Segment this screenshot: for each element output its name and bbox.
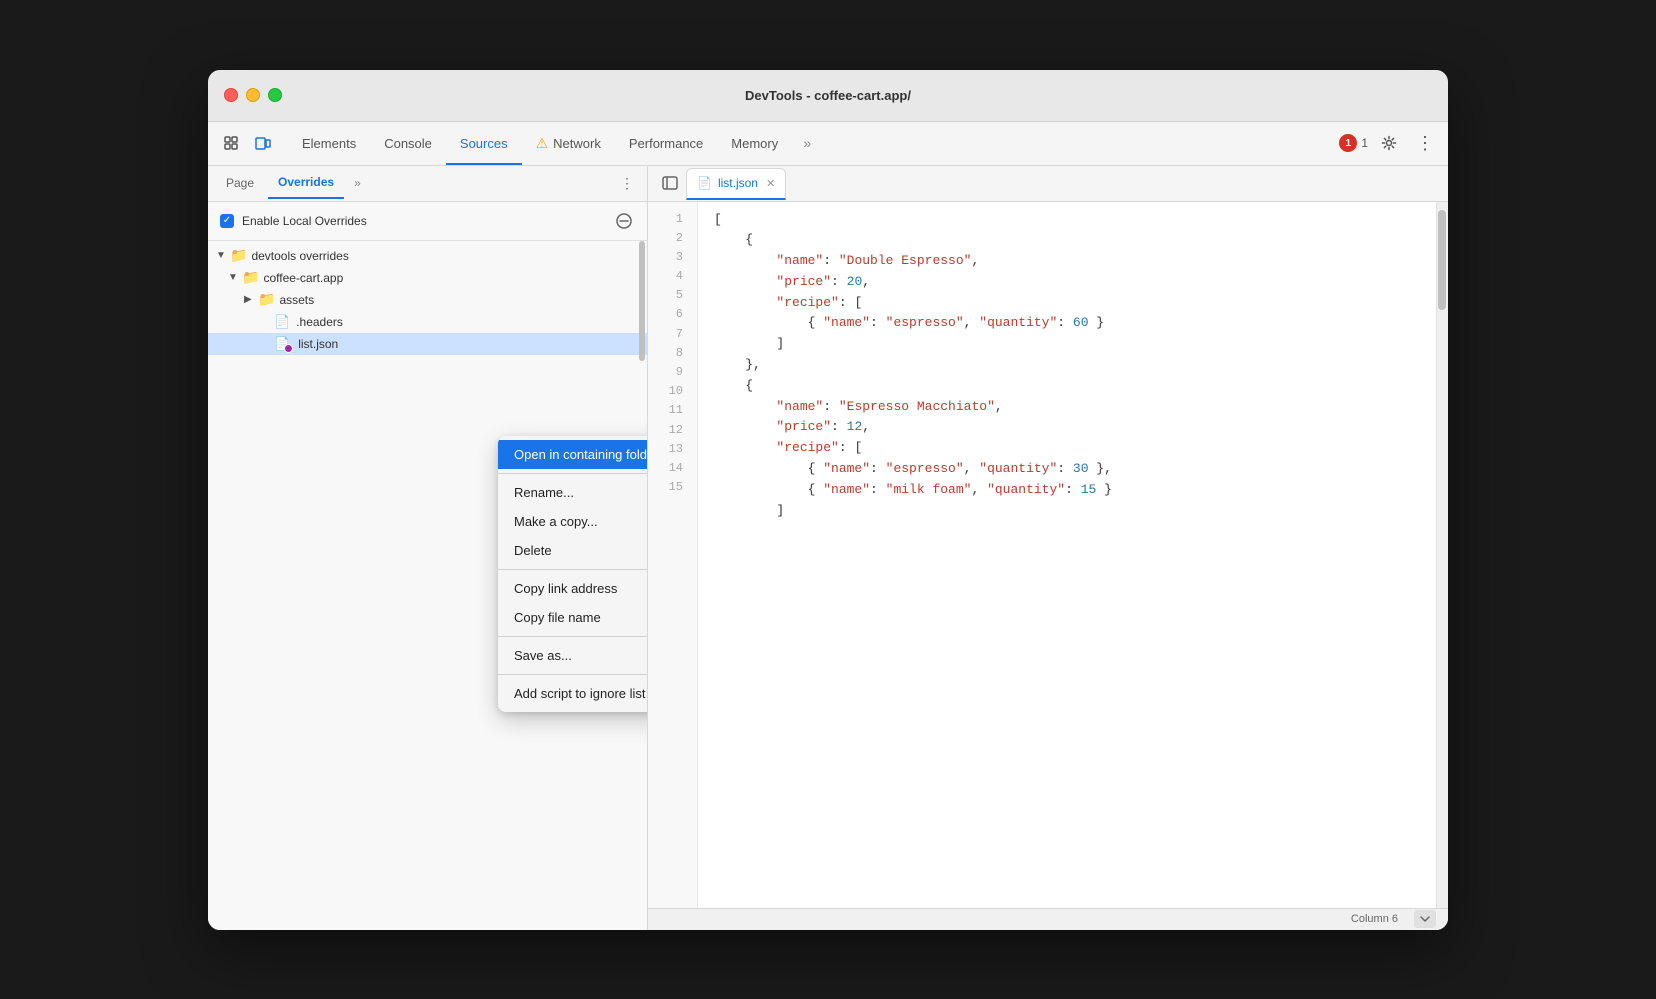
code-tab-bar: 📄 list.json ✕ bbox=[648, 166, 1448, 202]
code-line: ] bbox=[714, 334, 1420, 355]
folder-icon: 📁 bbox=[258, 291, 275, 308]
code-line: ] bbox=[714, 501, 1420, 522]
file-override-badge bbox=[284, 344, 293, 353]
ctx-save-as[interactable]: Save as... bbox=[498, 641, 647, 670]
tab-network[interactable]: ⚠ Network bbox=[522, 121, 615, 165]
ctx-delete[interactable]: Delete bbox=[498, 536, 647, 565]
more-tabs-button[interactable]: » bbox=[792, 128, 822, 158]
device-toggle-icon[interactable] bbox=[248, 128, 278, 158]
enable-overrides-label: Enable Local Overrides bbox=[242, 214, 605, 228]
tree-item-label: devtools overrides bbox=[251, 249, 348, 263]
settings-button[interactable] bbox=[1374, 128, 1404, 158]
ctx-rename[interactable]: Rename... bbox=[498, 478, 647, 507]
network-warning-icon: ⚠ bbox=[536, 135, 549, 152]
tab-sources[interactable]: Sources bbox=[446, 121, 522, 165]
code-content[interactable]: [ { "name": "Double Espresso", "price": … bbox=[698, 202, 1436, 908]
code-editor[interactable]: 1 2 3 4 5 6 7 8 9 10 11 12 13 14 15 bbox=[648, 202, 1448, 908]
sidebar-actions: ⋮ bbox=[615, 171, 639, 195]
code-line: { "name": "milk foam", "quantity": 15 } bbox=[714, 480, 1420, 501]
code-line: { "name": "espresso", "quantity": 30 }, bbox=[714, 459, 1420, 480]
tree-item-label: assets bbox=[279, 293, 314, 307]
ctx-make-copy[interactable]: Make a copy... bbox=[498, 507, 647, 536]
minimize-button[interactable] bbox=[246, 88, 260, 102]
sidebar: Page Overrides » ⋮ ✓ Enable Local Overri… bbox=[208, 166, 648, 930]
file-tab-list-json[interactable]: 📄 list.json ✕ bbox=[686, 168, 786, 200]
maximize-button[interactable] bbox=[268, 88, 282, 102]
tree-item-coffee-cart[interactable]: ▼ 📁 coffee-cart.app bbox=[208, 267, 647, 289]
vertical-scrollbar-thumb[interactable] bbox=[1438, 210, 1446, 310]
tree-item-label: list.json bbox=[298, 337, 338, 351]
tree-item-headers[interactable]: 📄 .headers bbox=[208, 311, 647, 333]
tab-overrides[interactable]: Overrides bbox=[268, 167, 344, 199]
file-icon: 📄 bbox=[274, 314, 290, 330]
code-line: "name": "Double Espresso", bbox=[714, 251, 1420, 272]
ctx-add-ignore[interactable]: Add script to ignore list bbox=[498, 679, 647, 708]
close-button[interactable] bbox=[224, 88, 238, 102]
folder-icon: 📁 bbox=[242, 269, 259, 286]
tab-performance[interactable]: Performance bbox=[615, 121, 717, 165]
error-count-pill[interactable]: 1 1 bbox=[1339, 134, 1368, 152]
ctx-copy-link[interactable]: Copy link address bbox=[498, 574, 647, 603]
line-numbers: 1 2 3 4 5 6 7 8 9 10 11 12 13 14 15 bbox=[648, 202, 698, 908]
code-line: }, bbox=[714, 355, 1420, 376]
sidebar-tab-bar: Page Overrides » ⋮ bbox=[208, 166, 647, 202]
code-line: [ bbox=[714, 210, 1420, 231]
ctx-open-folder[interactable]: Open in containing folder bbox=[498, 440, 647, 469]
error-badge: 1 bbox=[1339, 134, 1357, 152]
devtools-window: DevTools - coffee-cart.app/ Elements bbox=[208, 70, 1448, 930]
tree-item-label: .headers bbox=[296, 315, 343, 329]
tree-item-label: coffee-cart.app bbox=[263, 271, 343, 285]
tree-item-assets[interactable]: ▶ 📁 assets bbox=[208, 289, 647, 311]
enable-overrides-checkbox[interactable]: ✓ bbox=[220, 214, 234, 228]
file-tab-icon: 📄 bbox=[697, 176, 712, 190]
file-tab-name: list.json bbox=[718, 176, 758, 190]
overrides-header: ✓ Enable Local Overrides bbox=[208, 202, 647, 241]
code-line: "price": 12, bbox=[714, 417, 1420, 438]
code-line: "recipe": [ bbox=[714, 293, 1420, 314]
sidebar-toggle-button[interactable] bbox=[656, 169, 684, 197]
code-line: "price": 20, bbox=[714, 272, 1420, 293]
code-line: { bbox=[714, 230, 1420, 251]
ctx-divider-2 bbox=[498, 569, 647, 570]
folder-icon: 📁 bbox=[230, 247, 247, 264]
traffic-lights bbox=[224, 88, 282, 102]
column-status: Column 6 bbox=[1351, 913, 1398, 925]
code-line: { "name": "espresso", "quantity": 60 } bbox=[714, 313, 1420, 334]
tab-bar-right: 1 1 ⋮ bbox=[1339, 128, 1440, 158]
file-tab-close-button[interactable]: ✕ bbox=[766, 177, 775, 190]
code-line: { bbox=[714, 376, 1420, 397]
tab-console[interactable]: Console bbox=[370, 121, 446, 165]
vertical-scrollbar[interactable] bbox=[1436, 202, 1448, 908]
sidebar-more-button[interactable]: ⋮ bbox=[615, 171, 639, 195]
tree-item-devtools-overrides[interactable]: ▼ 📁 devtools overrides bbox=[208, 245, 647, 267]
ctx-copy-name[interactable]: Copy file name bbox=[498, 603, 647, 632]
title-bar: DevTools - coffee-cart.app/ bbox=[208, 70, 1448, 122]
ctx-divider-4 bbox=[498, 674, 647, 675]
code-line: "recipe": [ bbox=[714, 438, 1420, 459]
tab-memory[interactable]: Memory bbox=[717, 121, 792, 165]
code-line: "name": "Espresso Macchiato", bbox=[714, 397, 1420, 418]
context-menu: Open in containing folder Rename... Make… bbox=[498, 436, 647, 712]
top-tab-bar: Elements Console Sources ⚠ Network Perfo… bbox=[208, 122, 1448, 166]
inspect-icon[interactable] bbox=[216, 128, 246, 158]
main-content: Page Overrides » ⋮ ✓ Enable Local Overri… bbox=[208, 166, 1448, 930]
scrollbar-thumb[interactable] bbox=[639, 241, 645, 361]
more-sidebar-tabs[interactable]: » bbox=[348, 176, 367, 190]
window-title: DevTools - coffee-cart.app/ bbox=[745, 88, 911, 103]
more-options-button[interactable]: ⋮ bbox=[1410, 128, 1440, 158]
toolbar-icons bbox=[216, 128, 278, 158]
status-action-button[interactable] bbox=[1414, 910, 1436, 928]
clear-overrides-button[interactable] bbox=[613, 210, 635, 232]
tab-elements[interactable]: Elements bbox=[288, 121, 370, 165]
code-area: 📄 list.json ✕ 1 2 3 4 5 6 7 8 9 10 bbox=[648, 166, 1448, 930]
tab-page[interactable]: Page bbox=[216, 167, 264, 199]
tree-item-list-json[interactable]: 📄 list.json bbox=[208, 333, 647, 355]
ctx-divider-3 bbox=[498, 636, 647, 637]
file-tree: ▼ 📁 devtools overrides ▼ 📁 coffee-cart.a… bbox=[208, 241, 647, 930]
ctx-divider-1 bbox=[498, 473, 647, 474]
status-bar: Column 6 bbox=[648, 908, 1448, 930]
